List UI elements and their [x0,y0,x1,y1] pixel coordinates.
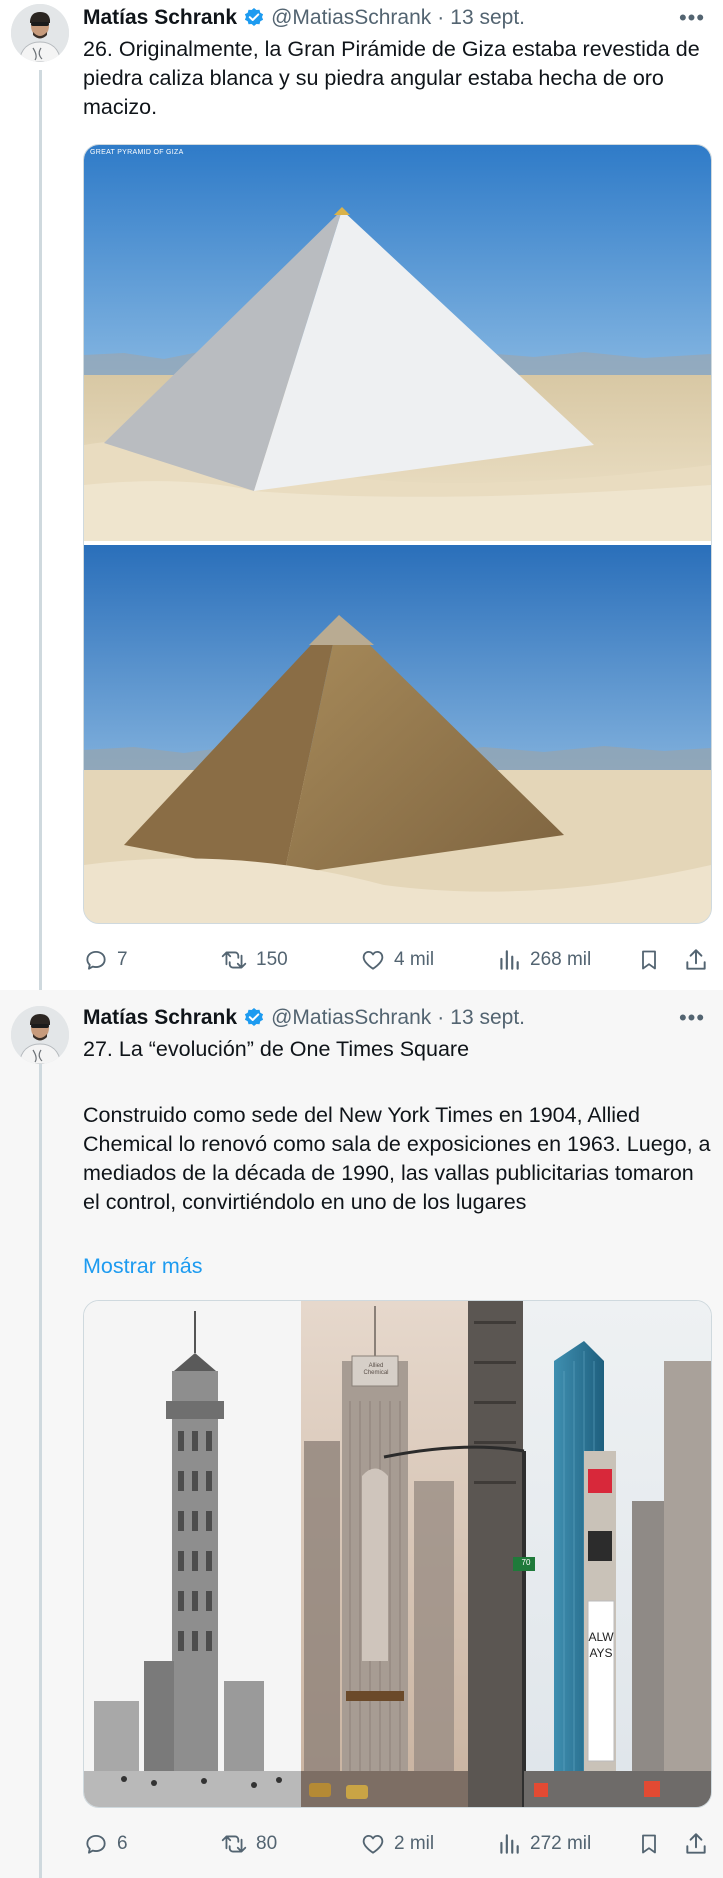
author-handle[interactable]: @MatiasSchrank [271,1006,431,1030]
media-caption: GREAT PYRAMID OF GIZA [90,149,184,156]
sign-70: 70 [521,1558,531,1567]
tweet-header: Matías Schrank @MatiasSchrank · 13 sept. [83,6,525,30]
tweet-date[interactable]: 13 sept. [450,1006,525,1030]
reply-count: 6 [117,1833,128,1854]
avatar[interactable] [11,1006,69,1064]
author-handle[interactable]: @MatiasSchrank [271,6,431,30]
sign-allied-chemical: Allied Chemical [363,1363,389,1376]
retweet-count: 150 [256,949,288,970]
like-button[interactable]: 2 mil [360,1828,434,1860]
thread-line [39,70,42,990]
retweet-icon [221,1835,247,1853]
tweet-actions: 7 150 4 mil 268 mil [83,944,713,976]
pyramid-comparison-image [84,145,711,923]
reply-button[interactable]: 7 [83,944,128,976]
retweet-button[interactable]: 150 [220,944,288,976]
more-options-icon[interactable]: ••• [677,5,707,30]
views-count: 272 mil [530,1833,592,1854]
reply-icon [86,950,106,970]
tweet-title: 27. La “evolución” de One Times Square [83,1037,470,1061]
share-icon [686,1833,706,1854]
share-icon [686,949,706,970]
like-button[interactable]: 4 mil [360,944,434,976]
tweet-27[interactable]: Matías Schrank @MatiasSchrank · 13 sept.… [0,990,723,1878]
bookmark-icon [642,950,656,970]
like-count: 4 mil [394,949,435,970]
views-button[interactable]: 272 mil [496,1828,591,1860]
times-square-evolution-image [84,1301,711,1807]
tweet-media[interactable]: Allied Chemical 70 ALWAYS [83,1300,712,1808]
reply-count: 7 [117,949,128,970]
author-name[interactable]: Matías Schrank [83,6,237,30]
author-name[interactable]: Matías Schrank [83,1006,237,1030]
tweet-actions: 6 80 2 mil 272 mil [83,1828,713,1860]
separator-dot: · [437,6,445,29]
analytics-icon [500,1834,519,1854]
analytics-icon [500,950,519,970]
avatar[interactable] [11,4,69,62]
thread-line [39,1060,42,1878]
tweet-text: 26. Originalmente, la Gran Pirámide de G… [83,37,700,119]
verified-badge-icon [243,1007,265,1029]
share-button[interactable] [683,1828,709,1860]
more-options-icon[interactable]: ••• [677,1005,707,1030]
heart-icon [362,1834,384,1854]
reply-button[interactable]: 6 [83,1828,128,1860]
tweet-header: Matías Schrank @MatiasSchrank · 13 sept. [83,1006,525,1030]
retweet-icon [221,951,247,969]
separator-dot: · [437,1006,445,1029]
bookmark-button[interactable] [637,1828,661,1860]
retweet-count: 80 [256,1833,278,1854]
views-count: 268 mil [530,949,592,970]
like-count: 2 mil [394,1833,435,1854]
tweet-date[interactable]: 13 sept. [450,6,525,30]
sign-always: ALWAYS [588,1630,614,1660]
tweet-26[interactable]: Matías Schrank @MatiasSchrank · 13 sept.… [0,0,723,990]
bookmark-icon [642,1834,656,1854]
heart-icon [362,950,384,970]
share-button[interactable] [683,944,709,976]
views-button[interactable]: 268 mil [496,944,591,976]
tweet-media[interactable]: GREAT PYRAMID OF GIZA [83,144,712,924]
reply-icon [86,1834,106,1854]
retweet-button[interactable]: 80 [220,1828,277,1860]
verified-badge-icon [243,7,265,29]
tweet-body: Construido como sede del New York Times … [83,1103,711,1214]
show-more-link[interactable]: Mostrar más [83,1254,202,1279]
bookmark-button[interactable] [637,944,661,976]
